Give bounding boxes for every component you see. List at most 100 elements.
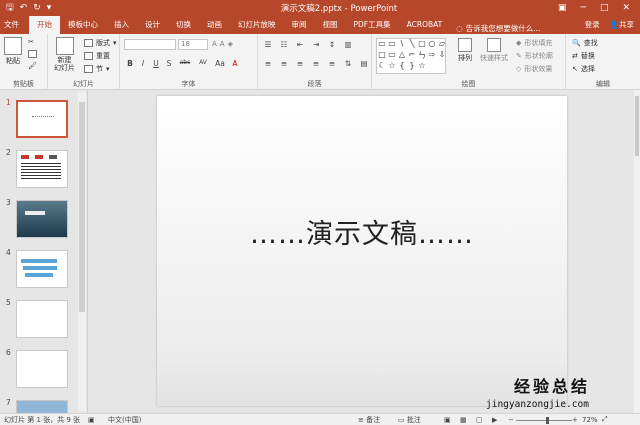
save-icon[interactable]: 🖫: [6, 0, 14, 16]
section-button[interactable]: 节 ▾: [84, 64, 110, 74]
shape-option-10[interactable]: ⌐: [407, 50, 417, 61]
distributed-icon[interactable]: ≡: [328, 59, 336, 68]
zoom-handle[interactable]: [546, 416, 549, 424]
italic-button[interactable]: I: [139, 59, 147, 68]
tab-slideshow[interactable]: 幻灯片放映: [230, 16, 284, 34]
comments-button[interactable]: ▭ 批注: [398, 415, 444, 425]
quick-styles-button[interactable]: 快速样式: [480, 38, 508, 63]
increase-indent-icon[interactable]: ⇥: [312, 40, 320, 49]
tell-me-box[interactable]: ◌ 告诉我您想要做什么...: [450, 23, 540, 34]
align-left-icon[interactable]: ≡: [264, 59, 272, 68]
format-painter-button[interactable]: 🖌: [28, 62, 37, 70]
replace-button[interactable]: ⇄ 替换: [572, 51, 595, 61]
change-case-button[interactable]: Aa: [214, 59, 226, 68]
font-name-combo[interactable]: [124, 39, 176, 50]
shape-outline-button[interactable]: ✎ 形状轮廓: [516, 51, 553, 61]
language-indicator[interactable]: 中文(中国): [108, 415, 358, 425]
paste-button[interactable]: 粘贴: [4, 37, 22, 66]
text-direction-icon[interactable]: ⇅: [344, 59, 352, 68]
fit-slide-icon[interactable]: ⤢: [602, 415, 608, 424]
shapes-gallery[interactable]: ▭ ▭ \ ╲ ▢ ○ ▱ □ ▭ △ ⌐ ㄣ ⇨ ⇩ ☾ ☆{} ☆: [376, 38, 446, 74]
bold-button[interactable]: B: [126, 59, 134, 68]
tab-pdf-tools[interactable]: PDF工具集: [346, 16, 399, 34]
tab-acrobat[interactable]: ACROBAT: [399, 16, 451, 34]
shape-option-4[interactable]: ▢: [417, 39, 427, 50]
tab-template-center[interactable]: 模板中心: [60, 16, 106, 34]
shape-option-14[interactable]: ☾: [377, 61, 387, 72]
shape-fill-button[interactable]: ◆ 形状填充: [516, 38, 552, 48]
shape-option-9[interactable]: △: [397, 50, 407, 61]
shape-option-7[interactable]: □: [377, 50, 387, 61]
shadow-button[interactable]: S: [165, 59, 173, 68]
scroll-thumb[interactable]: [635, 96, 639, 156]
maximize-icon[interactable]: □: [600, 3, 609, 13]
thumbnails-scrollbar[interactable]: [78, 92, 86, 411]
slide-thumbnail-3[interactable]: [16, 200, 68, 238]
char-spacing-button[interactable]: AV: [197, 59, 209, 68]
shape-effects-button[interactable]: ◇ 形状效果: [516, 64, 552, 74]
shape-option-8[interactable]: ▭: [387, 50, 397, 61]
tab-insert[interactable]: 插入: [106, 16, 137, 34]
tab-transitions[interactable]: 切换: [168, 16, 199, 34]
sorter-view-icon[interactable]: ▦: [460, 416, 476, 424]
shape-option-6[interactable]: ▱: [437, 39, 447, 50]
slideshow-view-icon[interactable]: ▶: [492, 416, 508, 424]
zoom-level[interactable]: 72%: [582, 416, 602, 424]
slide-thumbnail-5[interactable]: [16, 300, 68, 338]
slide-thumbnail-4[interactable]: [16, 250, 68, 288]
align-center-icon[interactable]: ≡: [280, 59, 288, 68]
shape-option-3[interactable]: ╲: [407, 39, 417, 50]
slide-title-text[interactable]: ……演示文稿……: [157, 212, 567, 251]
customize-icon[interactable]: ▾: [47, 0, 52, 16]
slide-thumbnail-1[interactable]: [16, 100, 68, 138]
notes-button[interactable]: ≡ 备注: [358, 415, 398, 425]
decrease-indent-icon[interactable]: ⇤: [296, 40, 304, 49]
zoom-in-icon[interactable]: +: [572, 416, 582, 424]
tab-animations[interactable]: 动画: [199, 16, 230, 34]
numbering-icon[interactable]: ☷: [280, 40, 288, 49]
find-button[interactable]: 🔍 查找: [572, 38, 598, 48]
normal-view-icon[interactable]: ▣: [444, 416, 460, 424]
shape-option-11[interactable]: ㄣ: [417, 50, 427, 61]
arrange-button[interactable]: 排列: [458, 38, 472, 63]
copy-button[interactable]: [28, 50, 37, 58]
tab-file[interactable]: 文件: [0, 16, 29, 34]
redo-icon[interactable]: ↻: [33, 0, 41, 16]
shape-option-18[interactable]: ☆: [417, 61, 427, 72]
minimize-icon[interactable]: ─: [581, 3, 586, 13]
close-icon[interactable]: ✕: [622, 3, 630, 13]
shape-option-0[interactable]: ▭: [377, 39, 387, 50]
zoom-slider[interactable]: [516, 416, 572, 424]
tab-view[interactable]: 视图: [315, 16, 346, 34]
shape-option-17[interactable]: }: [407, 61, 417, 72]
scroll-thumb[interactable]: [79, 102, 85, 312]
shape-option-13[interactable]: ⇩: [437, 50, 447, 61]
spellcheck-icon[interactable]: ▣: [88, 416, 108, 424]
shape-option-2[interactable]: \: [397, 39, 407, 50]
justify-icon[interactable]: ≡: [312, 59, 320, 68]
new-slide-button[interactable]: 新建 幻灯片: [54, 37, 75, 72]
tab-home[interactable]: 开始: [29, 16, 60, 34]
zoom-out-icon[interactable]: −: [508, 416, 516, 424]
shape-option-15[interactable]: ☆: [387, 61, 397, 72]
columns-icon[interactable]: ▥: [344, 40, 352, 49]
slide-thumbnail-7[interactable]: [16, 400, 68, 413]
font-grow-shrink[interactable]: A A ◈: [212, 40, 233, 48]
align-right-icon[interactable]: ≡: [296, 59, 304, 68]
underline-button[interactable]: U: [152, 59, 160, 68]
undo-icon[interactable]: ↶: [20, 0, 28, 16]
reading-view-icon[interactable]: ▢: [476, 416, 492, 424]
tab-review[interactable]: 审阅: [284, 16, 315, 34]
strikethrough-button[interactable]: abc: [178, 59, 192, 68]
smartart-icon[interactable]: ▤: [360, 59, 368, 68]
shape-option-1[interactable]: ▭: [387, 39, 397, 50]
slide-thumbnail-6[interactable]: [16, 350, 68, 388]
cut-button[interactable]: ✂: [28, 38, 34, 46]
tab-design[interactable]: 设计: [137, 16, 168, 34]
line-spacing-icon[interactable]: ↕: [328, 40, 336, 49]
shape-option-12[interactable]: ⇨: [427, 50, 437, 61]
slide-scrollbar[interactable]: [634, 90, 640, 413]
bullets-icon[interactable]: ☰: [264, 40, 272, 49]
slide-thumbnail-2[interactable]: [16, 150, 68, 188]
select-button[interactable]: ↖ 选择: [572, 64, 595, 74]
